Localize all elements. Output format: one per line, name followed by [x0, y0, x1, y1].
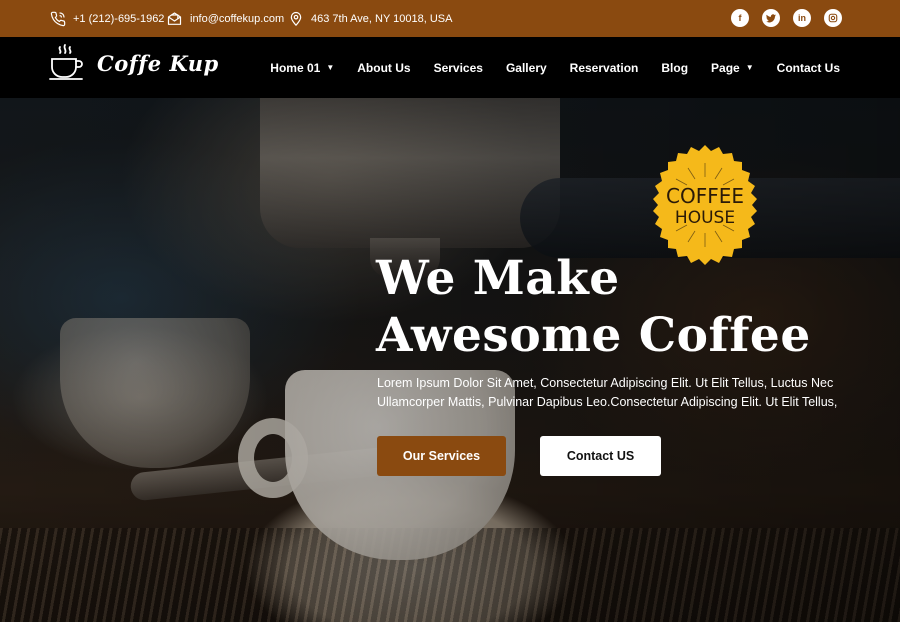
hero-section: COFFEE HOUSE We Make Awesome Coffee Lore… [0, 98, 900, 622]
hero-description-line-1: Lorem Ipsum Dolor Sit Amet, Consectetur … [377, 376, 834, 390]
site-logo[interactable]: Coffe Kup [49, 43, 219, 83]
nav-item-reservation[interactable]: Reservation [570, 61, 639, 75]
badge-line-1: COFFEE [666, 184, 744, 208]
hero-description: Lorem Ipsum Dolor Sit Amet, Consectetur … [377, 374, 847, 412]
nav-item-label: About Us [357, 60, 411, 75]
nav-item-label: Home 01 [270, 60, 321, 75]
coffee-cup-logo-icon [49, 44, 83, 80]
nav-item-label: Gallery [505, 60, 547, 75]
address-info: 463 7th Ave, NY 10018, USA [288, 0, 452, 37]
twitter-icon[interactable] [762, 9, 780, 27]
contact-us-button[interactable]: Contact US [540, 436, 661, 476]
address-text: 463 7th Ave, NY 10018, USA [311, 12, 453, 25]
nav-item-page[interactable]: Page ▼ [711, 61, 754, 75]
nav-menu: Home 01 ▼ About Us Services Gallery Rese… [247, 37, 840, 98]
hero-title-line-1: We Make [376, 251, 620, 306]
hero-title: We Make Awesome Coffee [376, 250, 876, 364]
badge-line-2: HOUSE [675, 208, 735, 228]
mail-icon [167, 11, 182, 25]
facebook-icon[interactable]: f [731, 9, 749, 27]
email-text: info@coffekup.com [190, 12, 285, 25]
nav-item-label: Blog [661, 60, 689, 75]
nav-item-label: Contact Us [776, 60, 840, 75]
hero-description-line-2: Ullamcorper Mattis, Pulvinar Dapibus Leo… [377, 395, 838, 409]
chevron-down-icon: ▼ [745, 63, 754, 72]
nav-item-gallery[interactable]: Gallery [506, 61, 547, 75]
nav-item-label: Page [711, 60, 740, 75]
social-links: f in [731, 9, 842, 27]
our-services-button[interactable]: Our Services [377, 436, 506, 476]
nav-item-services[interactable]: Services [434, 61, 483, 75]
location-pin-icon [290, 11, 302, 27]
nav-item-contact[interactable]: Contact Us [777, 61, 840, 75]
nav-item-home[interactable]: Home 01 ▼ [270, 61, 334, 75]
top-info-bar: +1 (212)-695-1962 info@coffekup.com 463 … [0, 0, 900, 37]
coffee-house-badge: COFFEE HOUSE [653, 145, 757, 265]
nav-item-label: Reservation [569, 60, 639, 75]
logo-text: Coffe Kup [97, 50, 219, 76]
phone-info[interactable]: +1 (212)-695-1962 [50, 0, 164, 37]
main-navbar: Coffe Kup Home 01 ▼ About Us Services Ga… [0, 37, 900, 98]
instagram-icon[interactable] [824, 9, 842, 27]
phone-text: +1 (212)-695-1962 [73, 12, 165, 25]
linkedin-icon[interactable]: in [793, 9, 811, 27]
nav-item-about[interactable]: About Us [357, 61, 410, 75]
phone-icon [50, 11, 66, 26]
hero-title-line-2: Awesome Coffee [376, 308, 811, 363]
email-info[interactable]: info@coffekup.com [166, 0, 284, 37]
chevron-down-icon: ▼ [326, 63, 335, 72]
nav-item-blog[interactable]: Blog [661, 61, 688, 75]
nav-item-label: Services [433, 60, 483, 75]
